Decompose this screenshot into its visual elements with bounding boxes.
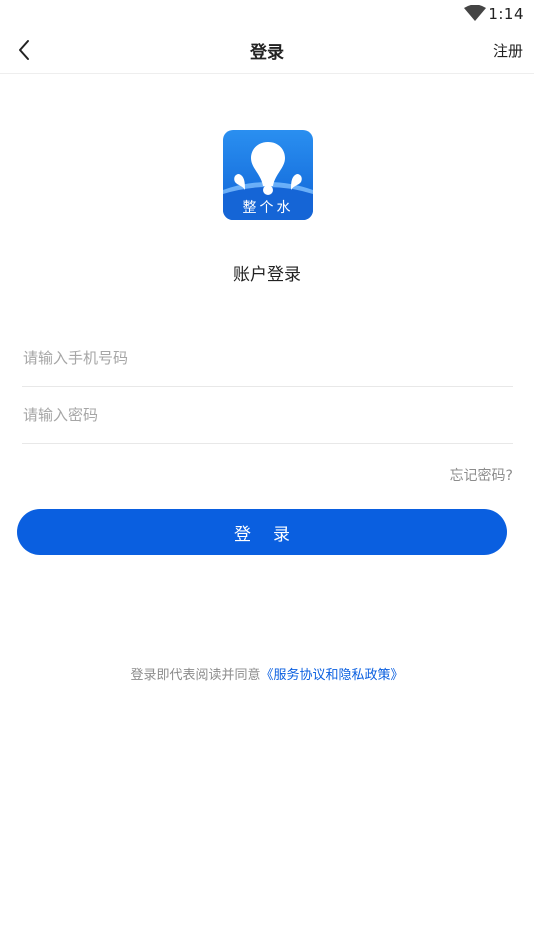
page-title: 登录: [250, 43, 284, 63]
nav-bar: 登录 注册: [0, 28, 534, 74]
phone-input[interactable]: [22, 330, 514, 386]
logo-text: 整个水: [243, 200, 294, 216]
password-field-container: [22, 387, 514, 444]
service-agreement-link[interactable]: 《服务协议和隐私政策》: [261, 668, 404, 683]
app-logo: 整个水: [223, 130, 313, 220]
water-drop-logo-icon: 整个水: [223, 142, 313, 220]
agreement-prefix: 登录即代表阅读并同意: [130, 668, 261, 683]
login-button[interactable]: 登录: [17, 509, 507, 555]
phone-field-container: [22, 330, 514, 387]
register-button[interactable]: 注册: [493, 40, 523, 61]
status-bar: 1:14: [0, 0, 534, 28]
forgot-password-link[interactable]: 忘记密码?: [450, 465, 513, 485]
login-screen: 1:14 登录 注册 整个水 账户登录 请输入手机号码 忘记密码? 登录 登录即…: [0, 0, 534, 949]
password-input[interactable]: [22, 387, 514, 443]
status-time: 1:14: [488, 5, 524, 23]
agreement-text: 登录即代表阅读并同意《服务协议和隐私政策》: [0, 664, 534, 683]
wifi-icon: [464, 5, 486, 21]
section-title: 账户登录: [233, 265, 301, 285]
